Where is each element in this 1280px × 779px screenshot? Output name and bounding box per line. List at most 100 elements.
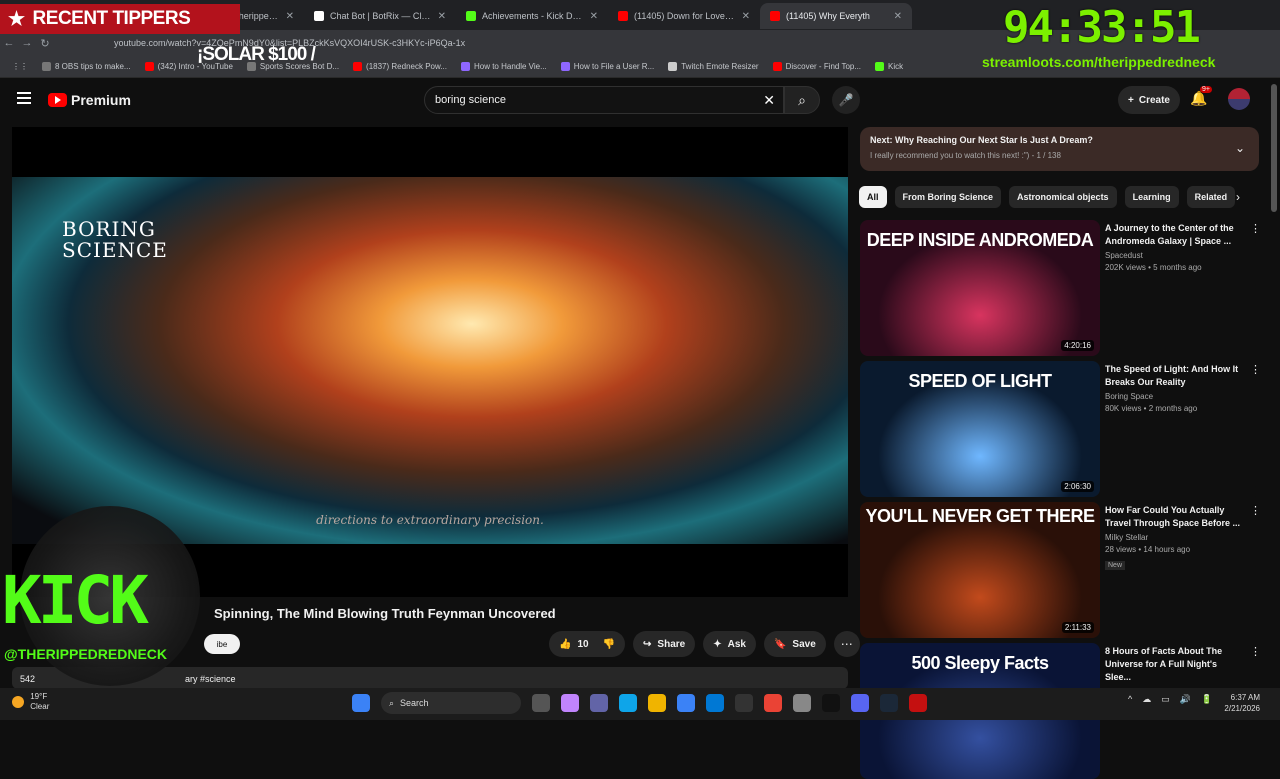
filter-chip[interactable]: Learning <box>1124 186 1179 208</box>
filter-chip[interactable]: From Boring Science <box>894 186 1002 208</box>
kebab-menu-icon[interactable]: ⋮ <box>1250 222 1261 235</box>
tab-favicon-icon <box>466 11 476 21</box>
taskbar-app-icon[interactable] <box>590 694 608 712</box>
bookmark-item[interactable]: Twitch Emote Resizer <box>668 62 759 71</box>
close-tab-icon[interactable]: ✕ <box>590 11 598 22</box>
close-tab-icon[interactable]: ✕ <box>742 11 750 22</box>
star-icon: ★ <box>8 8 25 30</box>
browser-tab[interactable]: Achievements - Kick Dashbo ✕ <box>456 3 608 29</box>
tray-icon[interactable]: ^ <box>1128 694 1132 705</box>
reload-icon[interactable]: ↻ <box>36 37 54 50</box>
recommendation-item[interactable]: SPEED OF LIGHT 2:06:30 The Speed of Light:… <box>860 361 1261 497</box>
youtube-play-icon <box>48 93 67 107</box>
create-button[interactable]: + Create <box>1118 86 1180 114</box>
kebab-menu-icon[interactable]: ⋮ <box>1250 645 1261 658</box>
close-tab-icon[interactable]: ✕ <box>438 11 446 22</box>
channel-name[interactable]: Boring Space <box>1105 392 1245 401</box>
duration-badge: 4:20:16 <box>1061 340 1094 351</box>
kebab-menu-icon[interactable]: ⋮ <box>1250 363 1261 376</box>
taskbar-search-label: Search <box>400 698 429 708</box>
taskbar-app-icon[interactable] <box>735 694 753 712</box>
taskbar-app-icon[interactable] <box>764 694 782 712</box>
taskbar-app-icon[interactable] <box>706 694 724 712</box>
channel-name[interactable]: Milky Stellar <box>1105 533 1245 542</box>
video-title[interactable]: A Journey to the Center of the Andromeda… <box>1105 222 1245 248</box>
thumbnail-text: YOU'LL NEVER GET THERE <box>865 506 1095 526</box>
video-thumbnail[interactable]: SPEED OF LIGHT 2:06:30 <box>860 361 1100 497</box>
search-input[interactable]: boring science ✕ <box>424 86 784 114</box>
bookmark-item[interactable]: How to Handle Vie... <box>460 62 547 71</box>
recommendation-item[interactable]: YOU'LL NEVER GET THERE 2:11:33 How Far Cou… <box>860 502 1261 638</box>
taskbar-app-icon[interactable] <box>880 694 898 712</box>
apps-grid-icon[interactable]: ⋮⋮ <box>12 62 28 71</box>
filter-chip[interactable]: Related <box>1186 186 1236 208</box>
browser-tab[interactable]: Chat Bot | BotRix — Cloud St ✕ <box>304 3 456 29</box>
browser-tab[interactable]: (11405) Down for Love | Offic ✕ <box>608 3 760 29</box>
taskbar-app-icon[interactable] <box>648 694 666 712</box>
taskbar-app-icon[interactable] <box>822 694 840 712</box>
video-stats: 202K views • 5 months ago <box>1105 263 1202 272</box>
chevron-right-icon[interactable]: › <box>1236 190 1240 204</box>
tray-icon[interactable]: ☁ <box>1142 694 1151 705</box>
video-title[interactable]: The Speed of Light: And How It Breaks Ou… <box>1105 363 1245 389</box>
taskbar-app-icon[interactable] <box>793 694 811 712</box>
taskbar-app-icon[interactable] <box>677 694 695 712</box>
kick-handle: @THERIPPEDREDNECK <box>4 646 168 662</box>
thumbs-down-icon[interactable]: 👎 <box>603 639 615 650</box>
video-thumbnail[interactable]: YOU'LL NEVER GET THERE 2:11:33 <box>860 502 1100 638</box>
forward-icon[interactable]: → <box>18 37 36 49</box>
tray-icon[interactable]: 🔊 <box>1180 694 1191 705</box>
bookmark-label: How to File a User R... <box>573 62 655 71</box>
voice-search-button[interactable]: 🎤 <box>832 86 860 114</box>
recommendation-item[interactable]: DEEP INSIDE ANDROMEDA 4:20:16 A Journey to… <box>860 220 1261 356</box>
like-button[interactable]: 👍 10 👎 <box>549 631 626 657</box>
search-button[interactable]: ⌕ <box>784 86 820 114</box>
thumbnail-text: SPEED OF LIGHT <box>908 371 1052 391</box>
bookmark-item[interactable]: How to File a User R... <box>560 62 655 71</box>
filter-chips: All From Boring Science Astronomical objec… <box>859 186 1236 208</box>
taskbar-app-icon[interactable] <box>561 694 579 712</box>
clear-search-icon[interactable]: ✕ <box>763 92 775 109</box>
share-button[interactable]: ↪ Share <box>633 631 696 657</box>
thumbnail-text: 500 Sleepy Facts <box>911 653 1049 673</box>
scrollbar[interactable] <box>1271 84 1277 212</box>
bookmark-favicon-icon <box>875 62 885 71</box>
filter-chip[interactable]: All <box>859 186 887 208</box>
bookmark-item[interactable]: Discover - Find Top... <box>772 62 862 71</box>
save-button[interactable]: 🔖 Save <box>763 631 826 657</box>
tray-icon[interactable]: ▭ <box>1161 694 1170 705</box>
bookmark-item[interactable]: Kick <box>875 62 903 71</box>
bookmark-label: Discover - Find Top... <box>785 62 862 71</box>
mic-icon: 🎤 <box>838 93 854 107</box>
taskbar-app-icon[interactable] <box>532 694 550 712</box>
recent-tippers-label: RECENT TIPPERS <box>32 8 191 29</box>
video-thumbnail[interactable]: DEEP INSIDE ANDROMEDA 4:20:16 <box>860 220 1100 356</box>
filter-chip[interactable]: Astronomical objects <box>1009 186 1117 208</box>
system-clock[interactable]: 6:37 AM 2/21/2026 <box>1202 692 1260 714</box>
bookmark-item[interactable]: (1837) Redneck Pow... <box>353 62 447 71</box>
save-label: Save <box>792 638 816 650</box>
menu-icon[interactable] <box>17 92 31 104</box>
youtube-logo[interactable]: Premium <box>48 92 131 108</box>
browser-tab[interactable]: (11405) Why Everyth ✕ <box>760 3 912 29</box>
close-tab-icon[interactable]: ✕ <box>894 11 902 22</box>
chevron-down-icon[interactable]: ⌄ <box>1235 141 1245 155</box>
video-title[interactable]: How Far Could You Actually Travel Throug… <box>1105 504 1245 530</box>
kebab-menu-icon[interactable]: ⋮ <box>1250 504 1261 517</box>
bookmark-favicon-icon <box>772 62 782 71</box>
channel-name[interactable]: Spacedust <box>1105 251 1245 260</box>
taskbar-app-icon[interactable] <box>619 694 637 712</box>
video-title[interactable]: 8 Hours of Facts About The Universe for … <box>1105 645 1245 684</box>
taskbar-search[interactable]: ⌕ Search <box>381 692 521 714</box>
bookmark-item[interactable]: 8 OBS tips to make... <box>42 62 131 71</box>
notifications-button[interactable]: 🔔 9+ <box>1190 86 1212 107</box>
taskbar-app-icon[interactable] <box>909 694 927 712</box>
back-icon[interactable]: ← <box>0 37 18 49</box>
more-actions-button[interactable]: ⋯ <box>833 631 860 657</box>
up-next-panel[interactable]: Next: Why Reaching Our Next Star Is Just… <box>860 127 1259 171</box>
ask-button[interactable]: ✦ Ask <box>703 631 756 657</box>
close-tab-icon[interactable]: ✕ <box>286 11 294 22</box>
avatar[interactable] <box>1228 88 1250 110</box>
windows-start-icon[interactable] <box>352 694 370 712</box>
taskbar-app-icon[interactable] <box>851 694 869 712</box>
